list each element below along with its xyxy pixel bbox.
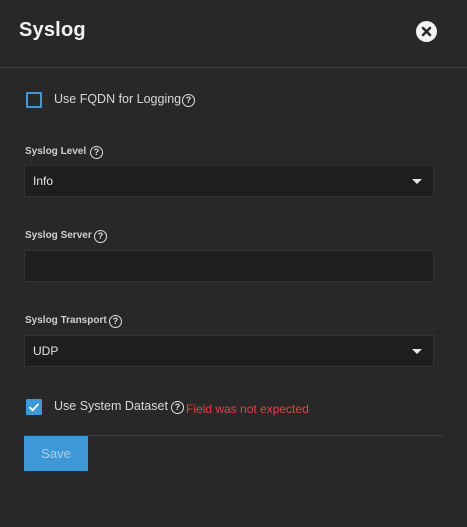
close-icon [421,26,432,37]
dialog-title: Syslog [19,19,86,41]
syslog-transport-help-icon[interactable]: ? [109,315,122,328]
syslog-server-input[interactable] [25,251,433,281]
system-dataset-label: Use System Dataset [54,399,168,413]
system-dataset-error: Field was not expected [186,402,309,416]
syslog-server-label: Syslog Server [25,230,92,241]
chevron-down-icon [412,179,422,184]
fqdn-label: Use FQDN for Logging [54,92,182,106]
fqdn-help-icon[interactable]: ? [182,94,195,107]
close-button[interactable] [416,21,437,42]
syslog-dialog: Syslog Use FQDN for Logging ? Syslog Lev… [0,0,467,527]
syslog-level-help-icon[interactable]: ? [90,146,103,159]
save-button[interactable]: Save [24,436,88,471]
system-dataset-checkbox[interactable] [26,399,42,415]
syslog-server-help-icon[interactable]: ? [94,230,107,243]
fqdn-checkbox[interactable] [26,92,42,108]
syslog-transport-value: UDP [33,344,59,358]
syslog-level-label: Syslog Level [25,146,87,157]
syslog-server-field[interactable] [24,250,434,282]
dialog-header: Syslog [0,0,467,68]
syslog-level-value: Info [33,174,54,188]
syslog-transport-label: Syslog Transport [25,315,107,326]
checkmark-icon [28,403,40,412]
chevron-down-icon [412,349,422,354]
syslog-transport-select[interactable]: UDP [24,335,434,367]
syslog-level-select[interactable]: Info [24,165,434,197]
system-dataset-help-icon[interactable]: ? [171,401,184,414]
